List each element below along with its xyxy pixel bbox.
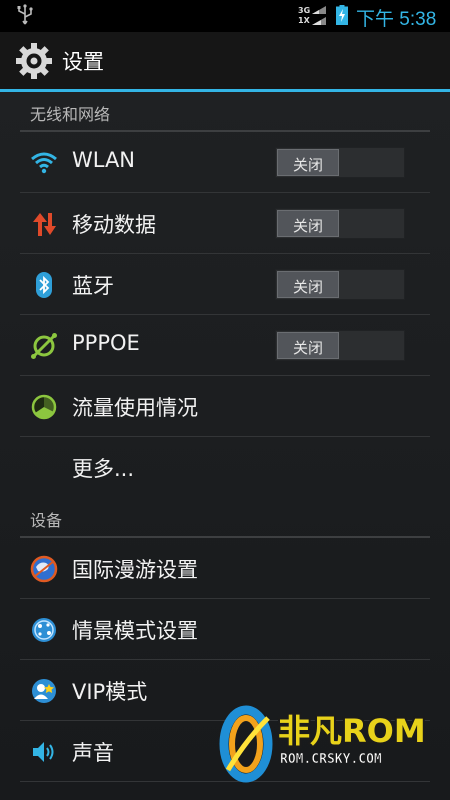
settings-item-roaming[interactable]: 国际漫游设置 (20, 538, 430, 599)
page-title: 设置 (62, 50, 104, 74)
pppoe-toggle[interactable]: 关闭 (275, 330, 405, 361)
bluetooth-icon (36, 272, 52, 298)
action-bar: 设置 (0, 32, 450, 90)
status-bar: 3G 1X 下午 5:38 (0, 0, 450, 32)
toggle-state-label: 关闭 (292, 278, 323, 296)
settings-item-label: VIP模式 (72, 680, 148, 704)
svg-text:非凡ROM: 非凡ROM (278, 712, 426, 750)
globe-roaming-icon (30, 555, 58, 583)
battery-charging-icon (336, 5, 348, 25)
speaker-icon (33, 742, 54, 762)
settings-item-label: 蓝牙 (72, 274, 114, 298)
settings-item-more[interactable]: 更多... (20, 437, 430, 498)
settings-item-label: 国际漫游设置 (72, 558, 198, 582)
settings-item-pppoe[interactable]: PPPOE 关闭 (20, 315, 430, 376)
mobile-data-toggle[interactable]: 关闭 (275, 208, 405, 239)
toggle-state-label: 关闭 (292, 156, 323, 174)
rom-watermark-logo: 非凡ROM 非凡ROM ROM.CRSKY.COM (219, 705, 428, 783)
signal-indicator: 3G 1X (298, 3, 330, 27)
toggle-knob: 关闭 (277, 271, 339, 298)
settings-item-label: WLAN (72, 148, 136, 172)
network-type-bottom: 1X (298, 16, 310, 25)
usb-icon (17, 4, 33, 25)
toggle-knob: 关闭 (277, 149, 339, 176)
toggle-knob: 关闭 (277, 210, 339, 237)
wlan-toggle[interactable]: 关闭 (275, 147, 405, 178)
svg-text:ROM.CRSKY.COM: ROM.CRSKY.COM (280, 752, 382, 767)
signal-bars-icon (312, 6, 326, 25)
settings-item-wlan[interactable]: WLAN 关闭 (20, 132, 430, 193)
section-header-wireless: 无线和网络 (20, 92, 430, 132)
toggle-state-label: 关闭 (292, 217, 323, 235)
profiles-icon (32, 618, 56, 642)
section-title-device: 设备 (30, 511, 63, 530)
settings-list: 无线和网络 WLAN 关闭 移动数据 关闭 蓝牙 关闭 PPPOE 关闭 流量使… (0, 92, 450, 800)
settings-item-data-usage[interactable]: 流量使用情况 (20, 376, 430, 437)
clock: 下午 5:38 (356, 9, 437, 30)
vip-icon (32, 679, 56, 703)
settings-item-label: 更多... (72, 457, 135, 481)
settings-item-bluetooth[interactable]: 蓝牙 关闭 (20, 254, 430, 315)
settings-item-label: 流量使用情况 (72, 396, 198, 420)
network-type-top: 3G (298, 6, 311, 15)
settings-item-mobile-data[interactable]: 移动数据 关闭 (20, 193, 430, 254)
settings-item-label: PPPOE (72, 331, 140, 355)
pppoe-icon (31, 333, 57, 359)
section-header-device: 设备 (20, 498, 430, 538)
section-title-wireless: 无线和网络 (30, 105, 111, 124)
mobile-data-icon (33, 213, 56, 236)
wifi-icon (31, 152, 57, 174)
settings-item-label: 移动数据 (72, 213, 156, 237)
toggle-knob: 关闭 (277, 332, 339, 359)
bluetooth-toggle[interactable]: 关闭 (275, 269, 405, 300)
settings-item-profiles[interactable]: 情景模式设置 (20, 599, 430, 660)
data-usage-icon (31, 394, 57, 420)
toggle-state-label: 关闭 (292, 339, 323, 357)
settings-item-label: 声音 (72, 741, 114, 765)
settings-item-label: 情景模式设置 (72, 619, 198, 643)
settings-gear-icon[interactable] (14, 41, 54, 81)
